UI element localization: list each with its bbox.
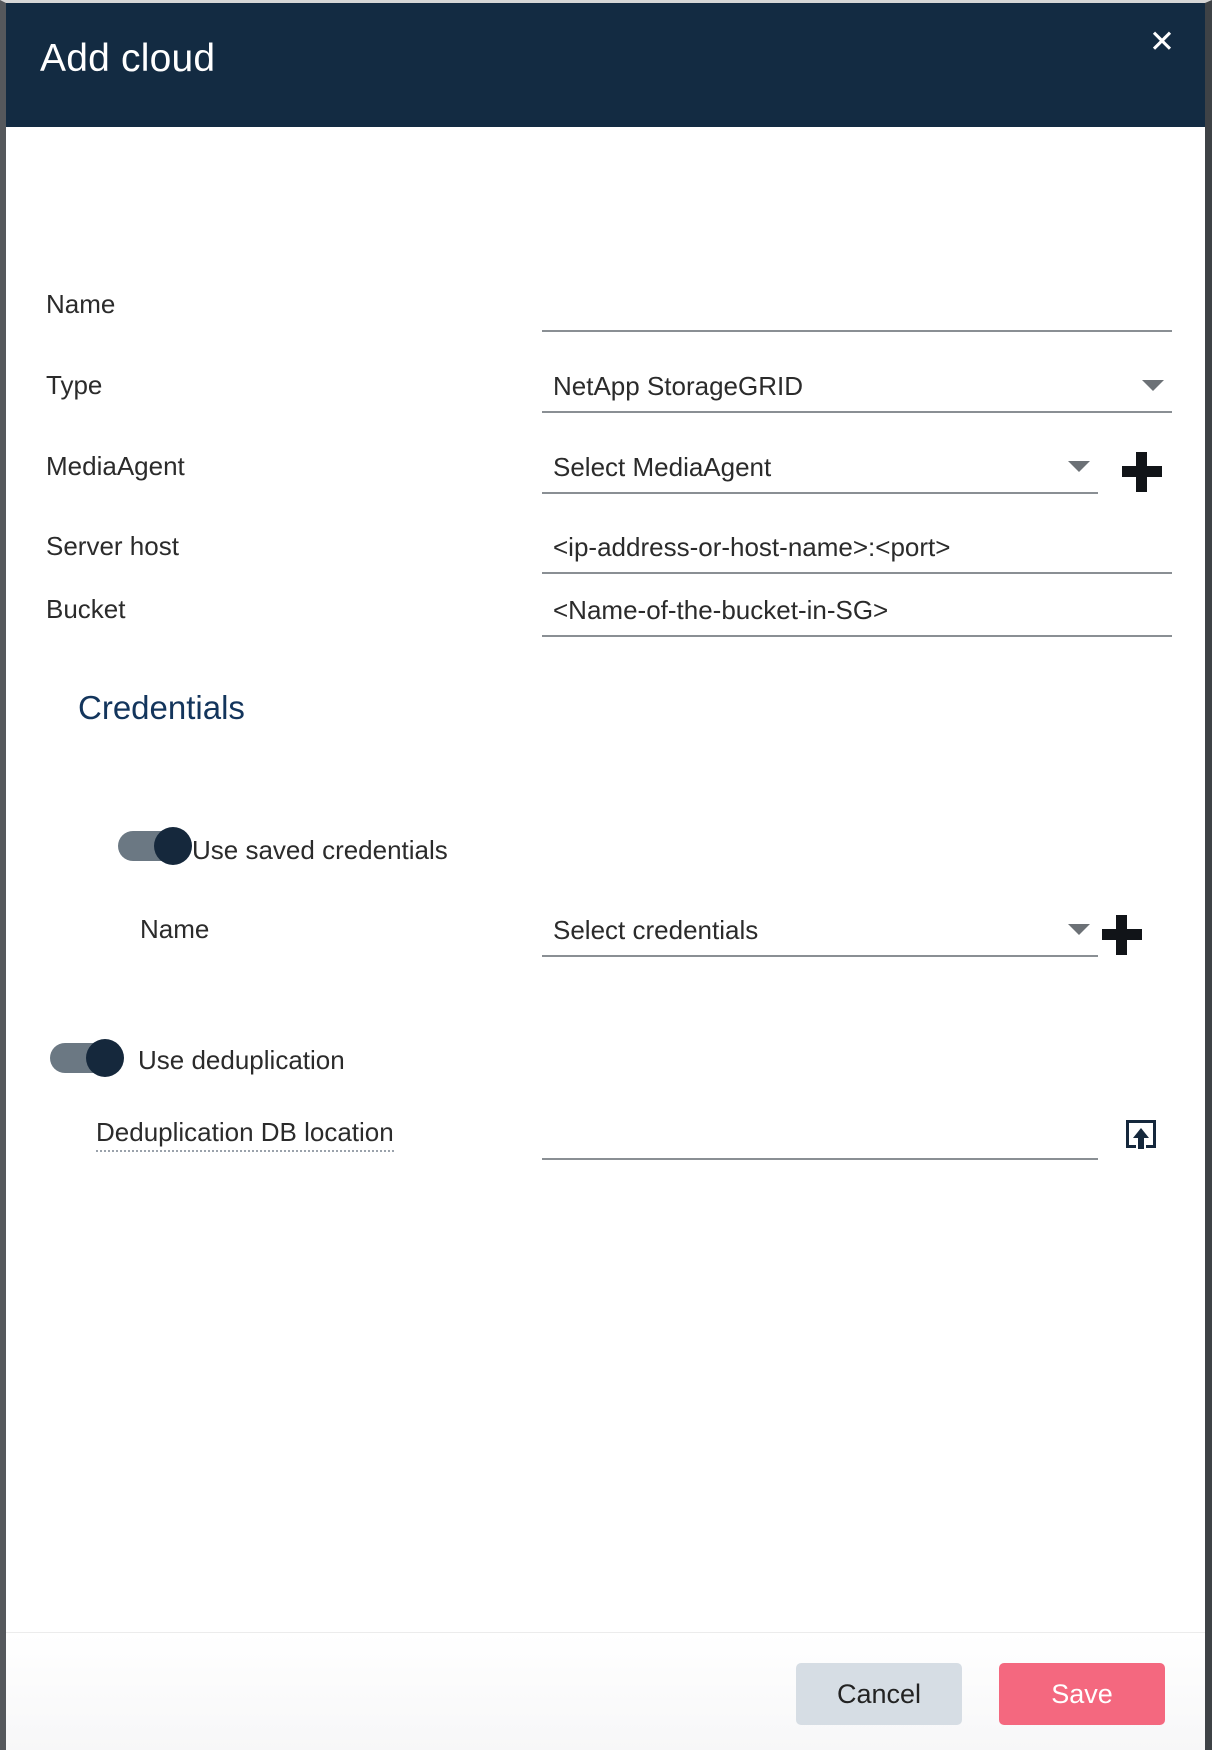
browse-upload-icon[interactable] [1124,1118,1158,1150]
dialog-footer: Cancel Save [6,1632,1205,1750]
server-host-input-value: <ip-address-or-host-name>:<port> [553,532,951,562]
use-saved-credentials-label: Use saved credentials [192,835,448,865]
add-credentials-plus-icon[interactable] [1102,915,1142,955]
bucket-label: Bucket [46,594,126,624]
bucket-input[interactable]: <Name-of-the-bucket-in-SG> [542,579,1172,637]
type-select[interactable]: NetApp StorageGRID [542,355,1172,413]
add-mediaagent-plus-icon[interactable] [1122,452,1162,492]
credentials-name-label: Name [140,914,210,944]
server-host-label: Server host [46,531,179,561]
bucket-input-value: <Name-of-the-bucket-in-SG> [553,595,889,625]
add-cloud-dialog: Add cloud ✕ Name Type NetApp StorageGRID… [0,0,1212,1750]
credentials-name-select-value: Select credentials [553,915,759,945]
save-button[interactable]: Save [999,1663,1165,1725]
dialog-header: Add cloud ✕ [6,3,1205,127]
close-icon[interactable]: ✕ [1141,21,1183,63]
use-deduplication-label: Use deduplication [138,1045,345,1075]
toggle-thumb [154,827,192,865]
dialog-title: Add cloud [40,37,216,80]
mediaagent-select-value: Select MediaAgent [553,452,772,482]
deduplication-db-location-label: Deduplication DB location [96,1117,394,1152]
name-label: Name [46,289,116,319]
name-input[interactable] [542,274,1172,332]
credentials-name-select[interactable]: Select credentials [542,899,1098,957]
use-saved-credentials-toggle[interactable] [118,827,192,865]
deduplication-db-location-input[interactable] [542,1102,1098,1160]
chevron-down-icon[interactable] [1142,380,1164,391]
type-label: Type [46,370,103,400]
toggle-thumb [86,1039,124,1077]
use-deduplication-toggle[interactable] [50,1039,124,1077]
cancel-button[interactable]: Cancel [796,1663,962,1725]
type-select-value: NetApp StorageGRID [553,371,804,401]
credentials-section-title: Credentials [78,689,245,726]
mediaagent-select[interactable]: Select MediaAgent [542,436,1098,494]
mediaagent-label: MediaAgent [46,451,185,481]
chevron-down-icon[interactable] [1068,461,1090,472]
dialog-body: Name Type NetApp StorageGRID MediaAgent … [6,127,1205,1750]
server-host-input[interactable]: <ip-address-or-host-name>:<port> [542,516,1172,574]
chevron-down-icon[interactable] [1068,924,1090,935]
